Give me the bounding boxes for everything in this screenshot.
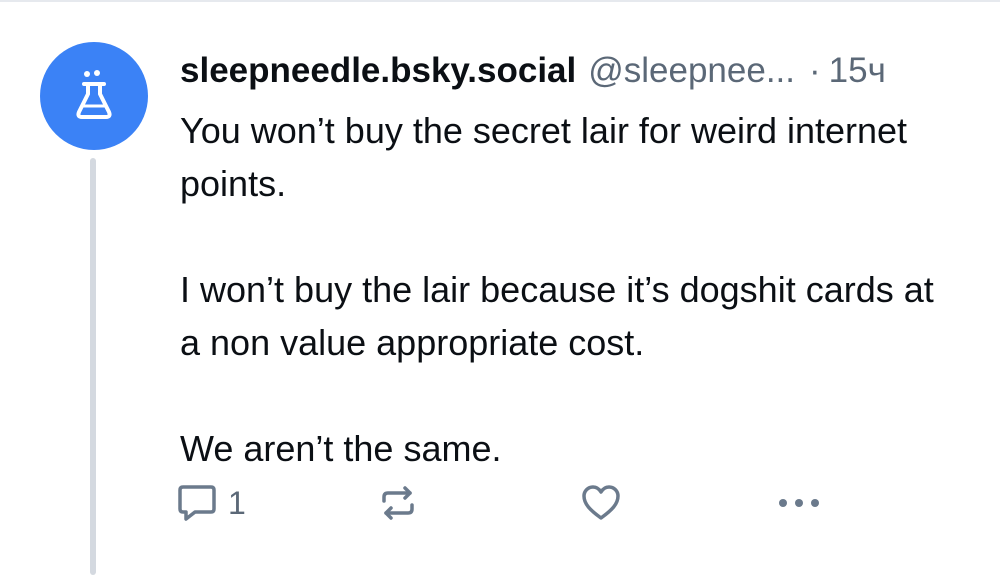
post-header: sleepneedle.bsky.social @sleepnee... · 1… <box>180 44 970 98</box>
post-paragraph: We aren’t the same. <box>180 428 502 469</box>
post-actions: 1 <box>176 478 976 528</box>
more-options-button[interactable] <box>776 478 822 528</box>
author-display-name[interactable]: sleepneedle.bsky.social <box>180 44 576 98</box>
header-separator: · <box>809 51 821 90</box>
post-paragraph: I won’t buy the lair because it’s dogshi… <box>180 269 934 363</box>
reply-count: 1 <box>228 484 246 521</box>
ellipsis-icon <box>776 496 822 510</box>
author-handle[interactable]: @sleepnee... <box>588 44 795 98</box>
repost-arrows-icon <box>376 481 420 525</box>
post-timestamp[interactable]: 15ч <box>829 44 886 98</box>
thread-line <box>90 158 96 575</box>
like-button[interactable] <box>580 478 622 528</box>
post[interactable]: sleepneedle.bsky.social @sleepnee... · 1… <box>0 0 1000 575</box>
repost-button[interactable] <box>376 478 420 528</box>
avatar[interactable] <box>40 42 148 150</box>
reply-button[interactable]: 1 <box>176 478 246 528</box>
post-text: You won’t buy the secret lair for weird … <box>180 104 960 475</box>
heart-icon <box>580 482 622 524</box>
flask-icon <box>72 70 116 122</box>
speech-bubble-icon <box>176 482 218 524</box>
post-paragraph: You won’t buy the secret lair for weird … <box>180 110 908 204</box>
